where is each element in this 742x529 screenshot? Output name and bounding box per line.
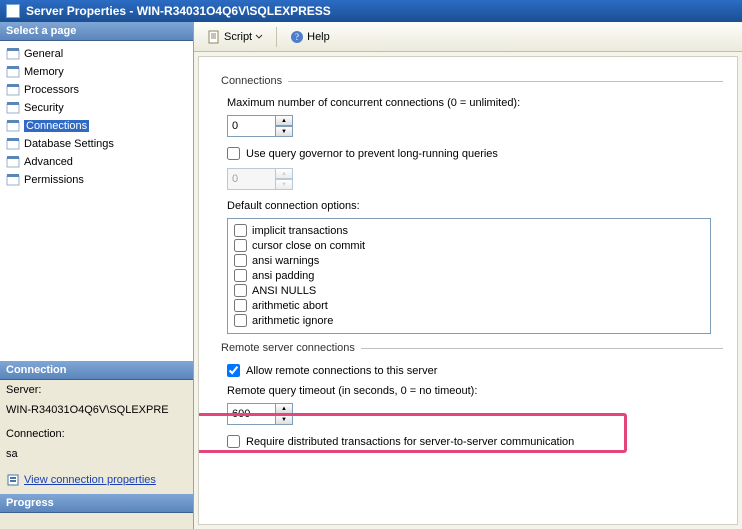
- opt-label: ANSI NULLS: [252, 285, 316, 297]
- sidebar-item-label: Memory: [24, 66, 64, 78]
- opt-ansi-padding-checkbox[interactable]: [234, 269, 247, 282]
- toolbar: Script ? Help: [194, 22, 742, 52]
- page-icon: [6, 173, 20, 187]
- script-button[interactable]: Script: [202, 27, 268, 47]
- remote-timeout-label: Remote query timeout (in seconds, 0 = no…: [227, 385, 723, 397]
- progress-header: Progress: [0, 494, 193, 513]
- sidebar-item-security[interactable]: Security: [0, 99, 193, 117]
- server-value: WIN-R34031O4Q6V\SQLEXPRE: [6, 403, 187, 417]
- remote-timeout-input[interactable]: [227, 403, 275, 425]
- script-label: Script: [224, 31, 252, 43]
- opt-label: ansi warnings: [252, 255, 319, 267]
- group-connections-label: Connections: [221, 75, 282, 87]
- script-icon: [207, 30, 221, 44]
- page-icon: [6, 65, 20, 79]
- connection-header: Connection: [0, 361, 193, 380]
- connection-value: sa: [6, 447, 187, 461]
- sidebar-item-label: Connections: [24, 120, 89, 132]
- opt-arithmetic-abort-checkbox[interactable]: [234, 299, 247, 312]
- properties-icon: [6, 473, 20, 487]
- opt-cursor-close-checkbox[interactable]: [234, 239, 247, 252]
- group-connections-header: Connections: [221, 75, 723, 87]
- spin-up-button: ▲: [275, 168, 293, 179]
- svg-text:?: ?: [295, 32, 299, 42]
- opt-label: cursor close on commit: [252, 240, 365, 252]
- allow-remote-label: Allow remote connections to this server: [246, 365, 437, 377]
- divider: [288, 81, 723, 82]
- layout: Select a page General Memory Processors …: [0, 22, 742, 529]
- opt-arithmetic-ignore-checkbox[interactable]: [234, 314, 247, 327]
- require-distributed-checkbox[interactable]: [227, 435, 240, 448]
- spin-up-button[interactable]: ▲: [275, 403, 293, 414]
- window-title: Server Properties - WIN-R34031O4Q6V\SQLE…: [26, 4, 331, 18]
- content-area: Connections Maximum number of concurrent…: [198, 56, 738, 525]
- group-remote-header: Remote server connections: [221, 342, 723, 354]
- sidebar-item-label: General: [24, 48, 63, 60]
- require-distributed-label: Require distributed transactions for ser…: [246, 436, 574, 448]
- help-icon: ?: [290, 30, 304, 44]
- view-connection-properties-link[interactable]: View connection properties: [24, 474, 156, 486]
- divider: [361, 348, 723, 349]
- opt-label: arithmetic abort: [252, 300, 328, 312]
- help-button[interactable]: ? Help: [285, 27, 335, 47]
- sidebar-item-label: Security: [24, 102, 64, 114]
- sidebar-item-advanced[interactable]: Advanced: [0, 153, 193, 171]
- spin-down-button[interactable]: ▼: [275, 126, 293, 137]
- sidebar-item-general[interactable]: General: [0, 45, 193, 63]
- sidebar-item-processors[interactable]: Processors: [0, 81, 193, 99]
- spin-down-button[interactable]: ▼: [275, 414, 293, 425]
- chevron-down-icon: [255, 34, 263, 40]
- sidebar-item-permissions[interactable]: Permissions: [0, 171, 193, 189]
- default-options-label: Default connection options:: [227, 200, 723, 212]
- sidebar-item-memory[interactable]: Memory: [0, 63, 193, 81]
- opt-ansi-nulls-checkbox[interactable]: [234, 284, 247, 297]
- server-label: Server:: [6, 383, 187, 397]
- sidebar-item-database-settings[interactable]: Database Settings: [0, 135, 193, 153]
- page-icon: [6, 83, 20, 97]
- opt-ansi-warnings-checkbox[interactable]: [234, 254, 247, 267]
- left-column: Select a page General Memory Processors …: [0, 22, 194, 529]
- connection-panel: Server: WIN-R34031O4Q6V\SQLEXPRE Connect…: [0, 380, 193, 494]
- select-page-header: Select a page: [0, 22, 193, 41]
- allow-remote-checkbox[interactable]: [227, 364, 240, 377]
- sidebar-item-label: Database Settings: [24, 138, 114, 150]
- toolbar-separator: [276, 27, 277, 47]
- connection-label: Connection:: [6, 427, 187, 441]
- sidebar-item-label: Processors: [24, 84, 79, 96]
- help-label: Help: [307, 31, 330, 43]
- default-options-list[interactable]: implicit transactions cursor close on co…: [227, 218, 711, 334]
- app-icon: [6, 4, 20, 18]
- max-connections-spinner[interactable]: ▲ ▼: [227, 115, 293, 137]
- sidebar-item-label: Permissions: [24, 174, 84, 186]
- page-icon: [6, 155, 20, 169]
- governor-value-input: [227, 168, 275, 190]
- max-connections-label: Maximum number of concurrent connections…: [227, 97, 723, 109]
- page-icon: [6, 137, 20, 151]
- remote-timeout-spinner[interactable]: ▲ ▼: [227, 403, 293, 425]
- opt-label: implicit transactions: [252, 225, 348, 237]
- right-column: Script ? Help Connections Maximum number…: [194, 22, 742, 529]
- opt-label: ansi padding: [252, 270, 314, 282]
- page-icon: [6, 101, 20, 115]
- spin-down-button: ▼: [275, 179, 293, 190]
- page-icon: [6, 47, 20, 61]
- opt-label: arithmetic ignore: [252, 315, 333, 327]
- use-query-governor-checkbox[interactable]: [227, 147, 240, 160]
- page-icon: [6, 119, 20, 133]
- sidebar-item-label: Advanced: [24, 156, 73, 168]
- governor-value-spinner[interactable]: ▲ ▼: [227, 168, 293, 190]
- title-bar: Server Properties - WIN-R34031O4Q6V\SQLE…: [0, 0, 742, 22]
- group-remote-label: Remote server connections: [221, 342, 355, 354]
- spin-up-button[interactable]: ▲: [275, 115, 293, 126]
- opt-implicit-transactions-checkbox[interactable]: [234, 224, 247, 237]
- sidebar-item-connections[interactable]: Connections: [0, 117, 193, 135]
- max-connections-input[interactable]: [227, 115, 275, 137]
- progress-panel: [0, 513, 193, 529]
- use-query-governor-label: Use query governor to prevent long-runni…: [246, 148, 498, 160]
- page-list: General Memory Processors Security Conne…: [0, 41, 193, 361]
